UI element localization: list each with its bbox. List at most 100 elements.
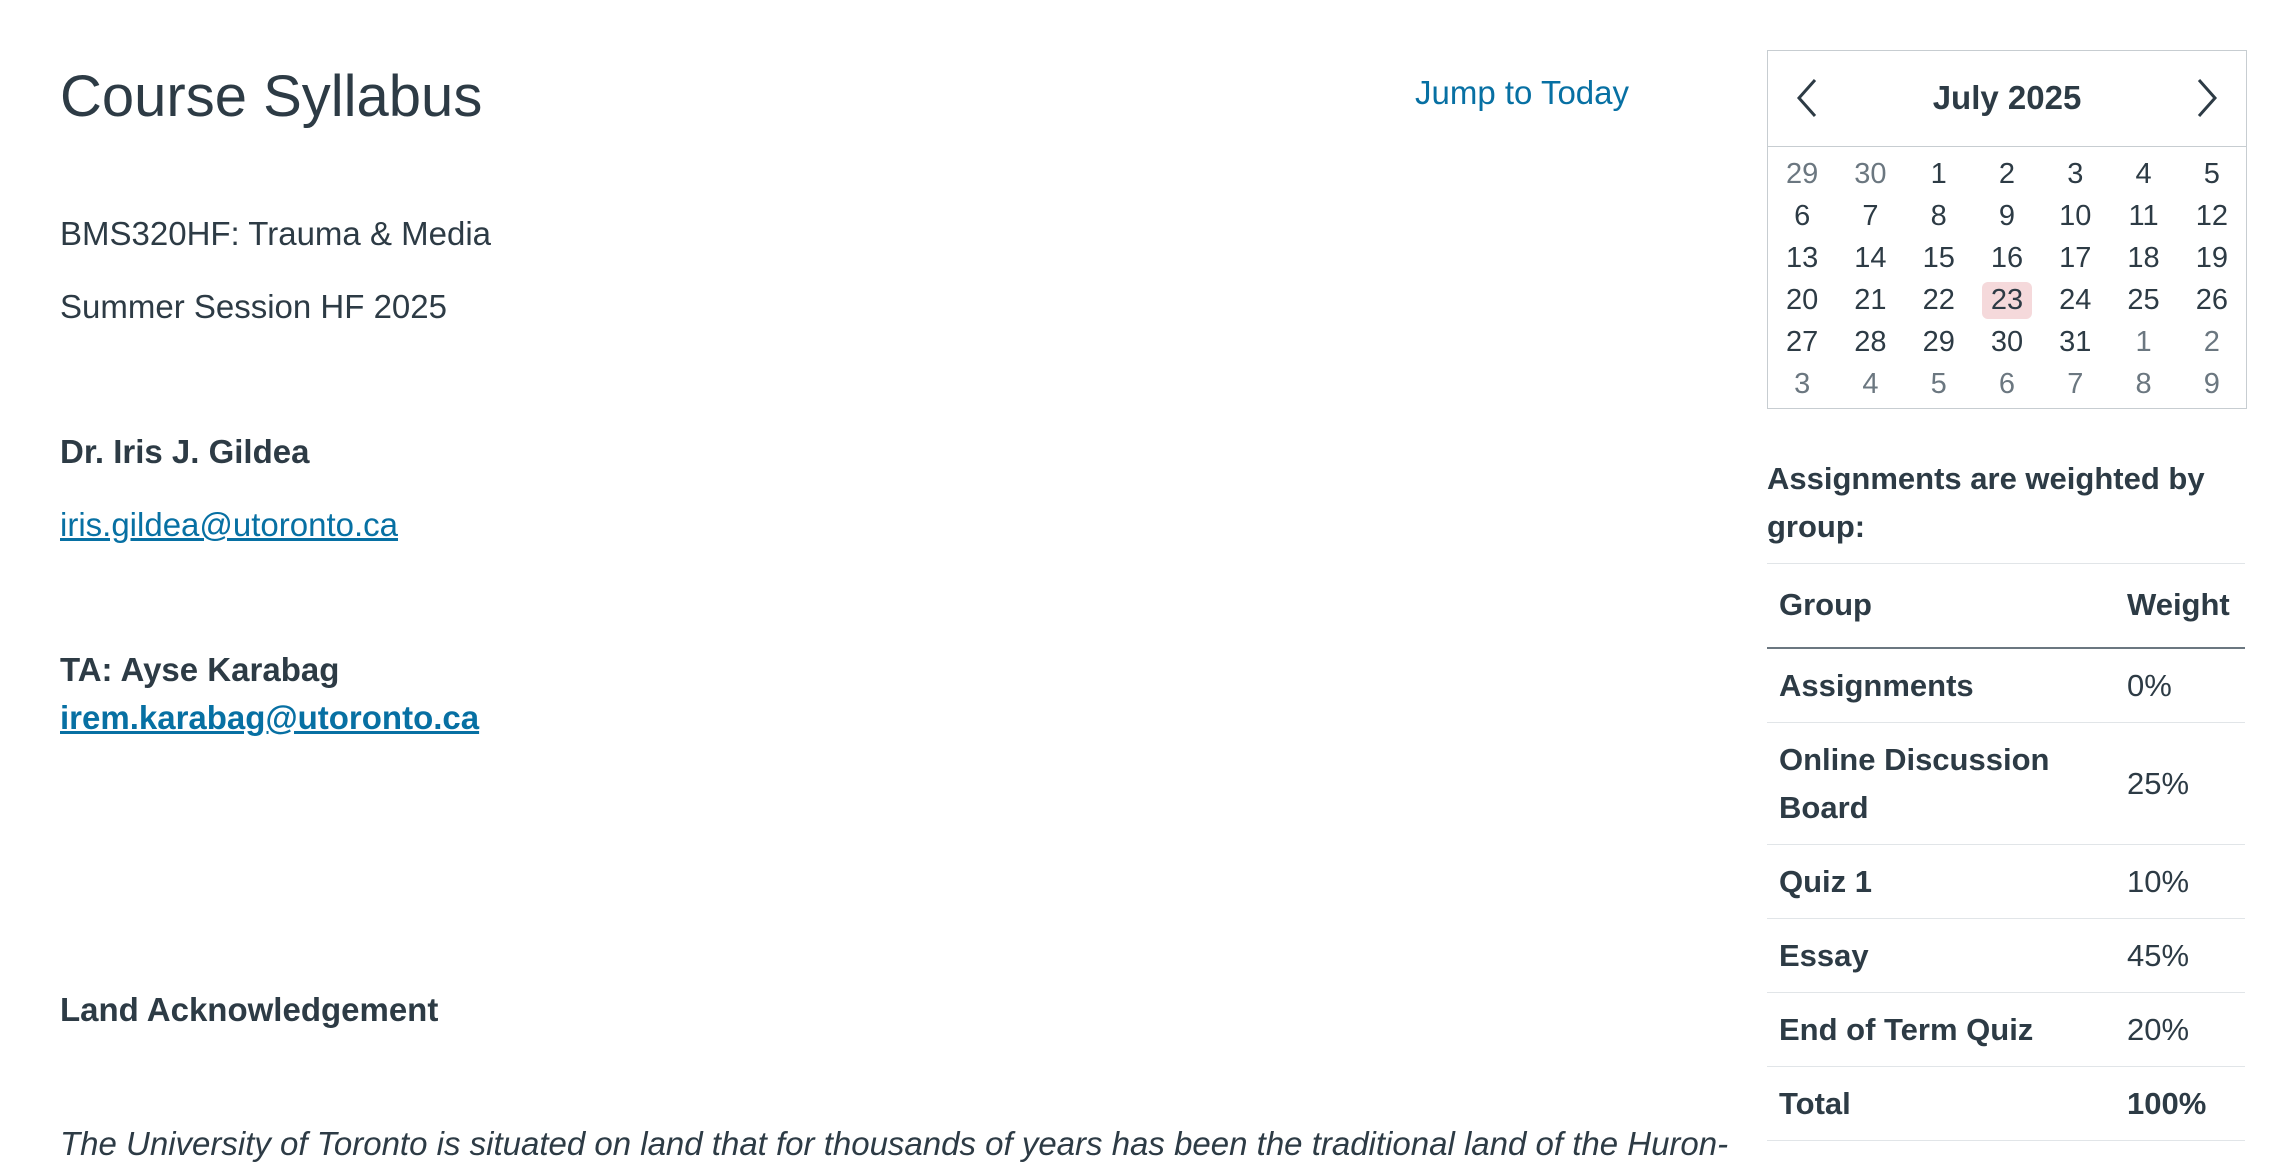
calendar-day-number: 7 [1862,199,1879,232]
group-column-header: Group [1767,563,2115,649]
calendar-day[interactable]: 2 [2178,321,2246,363]
calendar-day[interactable]: 9 [2178,363,2246,405]
calendar-day-number: 8 [2135,367,2152,400]
calendar-day-number: 11 [2128,199,2159,232]
calendar-day-number: 24 [2059,283,2092,316]
weights-row: Online Discussion Board 25% [1767,722,2245,845]
course-code: BMS320HF: Trauma & Media [60,215,491,252]
calendar-day[interactable]: 5 [2178,153,2246,195]
calendar-day[interactable]: 16 [1973,237,2041,279]
calendar-day[interactable]: 26 [2178,279,2246,321]
weights-group-cell: End of Term Quiz [1767,992,2115,1067]
calendar-day-number: 19 [2195,241,2228,274]
calendar-day[interactable]: 29 [1768,153,1836,195]
calendar-day[interactable]: 29 [1905,321,1973,363]
weights-header-row: Group Weight [1767,563,2245,649]
calendar-day[interactable]: 9 [1973,195,2041,237]
land-acknowledgement-text: The University of Toronto is situated on… [60,1125,1729,1162]
weights-row: Assignments 0% [1767,648,2245,723]
calendar-day[interactable]: 8 [2109,363,2177,405]
calendar-day[interactable]: 18 [2109,237,2177,279]
session-label: Summer Session HF 2025 [60,288,447,325]
calendar-day-number: 2 [1998,157,2016,190]
calendar-day[interactable]: 19 [2178,237,2246,279]
calendar-day[interactable]: 7 [1836,195,1904,237]
calendar-day[interactable]: 1 [1905,153,1973,195]
calendar-header: July 2025 [1768,51,2246,147]
calendar-day[interactable]: 28 [1836,321,1904,363]
calendar-day-number: 23 [1981,281,2033,319]
calendar-day-number: 3 [2067,157,2084,190]
calendar-day[interactable]: 22 [1905,279,1973,321]
calendar-day-number: 6 [1794,199,1811,232]
calendar-day[interactable]: 13 [1768,237,1836,279]
calendar-day[interactable]: 30 [1973,321,2041,363]
jump-to-today-link[interactable]: Jump to Today [1415,72,1629,114]
calendar-day-number: 7 [2067,367,2084,400]
calendar-day[interactable]: 11 [2109,195,2177,237]
calendar-day-number: 20 [1786,283,1819,316]
calendar-day[interactable]: 3 [2041,153,2109,195]
page-title: Course Syllabus [60,64,483,129]
calendar-day-number: 16 [1990,241,2024,274]
calendar-day[interactable]: 15 [1905,237,1973,279]
calendar-day[interactable]: 14 [1836,237,1904,279]
calendar-day[interactable]: 17 [2041,237,2109,279]
instructor-email-link[interactable]: iris.gildea@utoronto.ca [60,506,398,543]
weights-weight-cell: 10% [2115,844,2245,919]
weights-weight-cell: 20% [2115,992,2245,1067]
calendar-day-number: 28 [1854,325,1887,358]
calendar-day-number: 18 [2127,241,2160,274]
calendar-day[interactable]: 4 [2109,153,2177,195]
calendar-day-number: 13 [1786,241,1819,274]
calendar-day[interactable]: 30 [1836,153,1904,195]
weight-column-header: Weight [2115,563,2245,649]
mini-calendar: July 2025 29 30 1 2 3 4 5 6 7 8 9 10 11 12 13 14 15 16 17 1… [1767,50,2247,409]
weights-title: Assignments are weighted by group: [1767,461,2205,544]
calendar-day[interactable]: 1 [2109,321,2177,363]
calendar-day-number: 22 [1922,283,1955,316]
calendar-day-number: 15 [1922,241,1955,274]
calendar-day-number: 4 [1862,367,1879,400]
calendar-day[interactable]: 6 [1973,363,2041,405]
calendar-day[interactable]: 4 [1836,363,1904,405]
calendar-day-number: 3 [1794,367,1811,400]
calendar-day-number: 14 [1854,241,1887,274]
calendar-grid: 29 30 1 2 3 4 5 6 7 8 9 10 11 12 13 14 15 16 17 18 19 20 21 22 2… [1768,153,2246,405]
calendar-day[interactable]: 10 [2041,195,2109,237]
calendar-day-number: 8 [1930,199,1947,232]
weights-row: Quiz 1 10% [1767,844,2245,919]
calendar-day-number: 10 [2059,199,2092,232]
ta-email-link[interactable]: irem.karabag@utoronto.ca [60,699,479,736]
weights-group-cell: Essay [1767,918,2115,993]
calendar-day-number: 29 [1922,325,1955,358]
calendar-day[interactable]: 3 [1768,363,1836,405]
calendar-day[interactable]: 6 [1768,195,1836,237]
ta-name: TA: Ayse Karabag [60,651,340,688]
weights-group-cell: Assignments [1767,648,2115,723]
calendar-day-number: 1 [2135,325,2152,358]
calendar-day[interactable]: 12 [2178,195,2246,237]
calendar-day[interactable]: 7 [2041,363,2109,405]
calendar-day[interactable]: 25 [2109,279,2177,321]
calendar-day[interactable]: 27 [1768,321,1836,363]
calendar-day[interactable]: 2 [1973,153,2041,195]
chevron-right-icon[interactable] [2184,73,2230,123]
instructor-name: Dr. Iris J. Gildea [60,433,310,470]
calendar-day-number: 17 [2059,241,2092,274]
calendar-day[interactable]: 20 [1768,279,1836,321]
calendar-month-label: July 2025 [1932,79,2082,116]
weights-weight-cell: 0% [2115,648,2245,723]
calendar-day-number: 31 [2059,325,2092,358]
calendar-day[interactable]: 8 [1905,195,1973,237]
calendar-day[interactable]: 5 [1905,363,1973,405]
calendar-day[interactable]: 31 [2041,321,2109,363]
calendar-day-today[interactable]: 23 [1973,279,2041,321]
syllabus-sidebar: July 2025 29 30 1 2 3 4 5 6 7 8 9 10 11 12 13 14 15 16 17 1… [1767,0,2247,1154]
calendar-day[interactable]: 24 [2041,279,2109,321]
calendar-day-number: 29 [1786,157,1819,190]
calendar-day-number: 9 [1998,199,2016,232]
weights-group-cell: Quiz 1 [1767,844,2115,919]
calendar-day[interactable]: 21 [1836,279,1904,321]
ta-email-line: irem.karabag@utoronto.ca [60,697,479,739]
